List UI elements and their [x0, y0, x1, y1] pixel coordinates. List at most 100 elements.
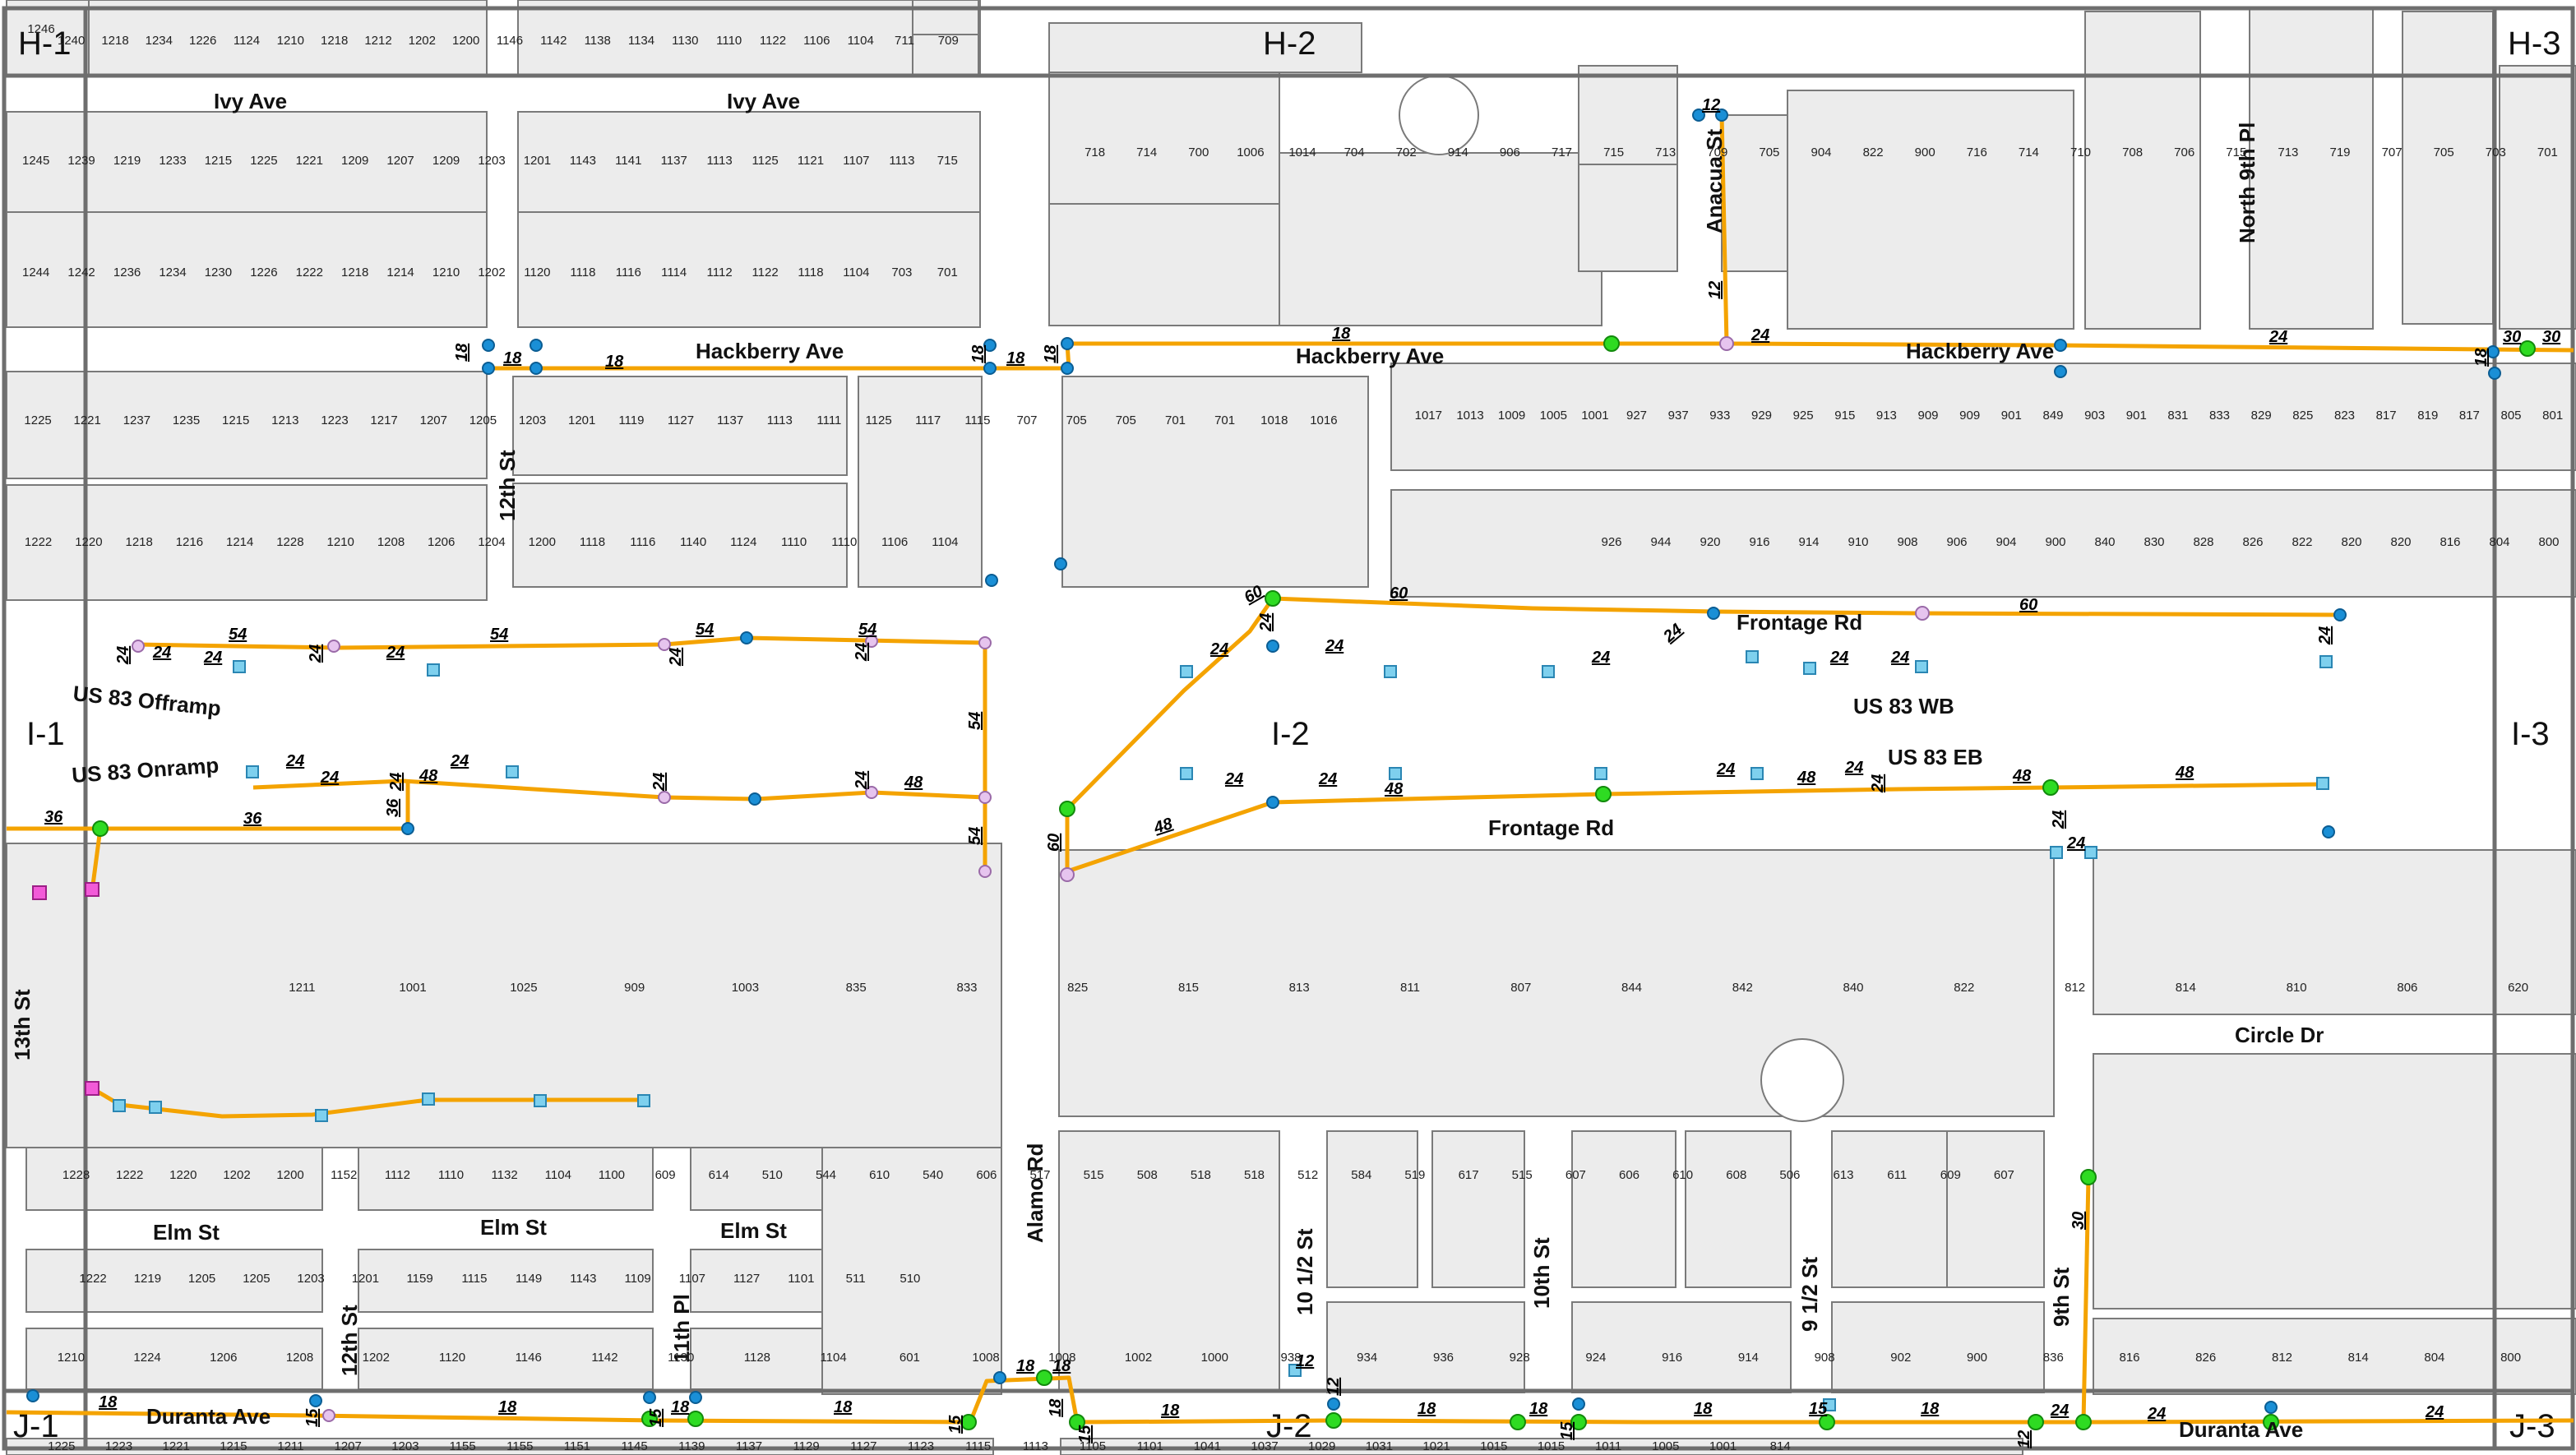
parcel-address: 826 — [2195, 1351, 2216, 1365]
parcel-address: 1143 — [570, 154, 596, 168]
parcel-address: 1015 — [1538, 1439, 1565, 1453]
pipe-size-label: 24 — [285, 752, 304, 770]
pipe-size-label: 24 — [203, 649, 222, 667]
parcel-address: 617 — [1459, 1168, 1479, 1182]
parcel-address: 1217 — [370, 413, 397, 427]
parcel-address: 1002 — [1125, 1351, 1152, 1365]
pipe-size-label: 18 — [1047, 1398, 1065, 1417]
parcel-address: 800 — [2538, 535, 2559, 549]
pipe-size-label: 15 — [946, 1415, 964, 1434]
parcel-address: 840 — [1843, 981, 1863, 995]
parcel-address: 610 — [869, 1168, 890, 1182]
pipe-size-label: 12 — [2015, 1430, 2033, 1448]
parcel-address: 1009 — [1498, 409, 1525, 423]
parcel-address: 1129 — [793, 1439, 819, 1453]
pipe-size-label: 15 — [303, 1408, 321, 1427]
parcel-address: 924 — [1585, 1351, 1606, 1365]
parcel-address: 1016 — [1310, 413, 1337, 427]
street-label-north-9th: North 9th Pl — [2235, 122, 2259, 243]
parcel-address: 1242 — [67, 266, 95, 279]
pipe-size-label: 24 — [2066, 834, 2085, 852]
grid-label-j3: J-3 — [2509, 1408, 2555, 1444]
parcel-address: 1202 — [409, 34, 436, 48]
parcel-address: 812 — [2272, 1351, 2292, 1365]
parcel-address: 800 — [2500, 1351, 2521, 1365]
pipe-size-label: 24 — [1750, 326, 1769, 344]
parcel-address: 1006 — [1237, 146, 1264, 159]
pipe-size-label: 18 — [605, 353, 624, 371]
parcel-address: 1207 — [420, 413, 447, 427]
parcel-address: 909 — [1917, 409, 1938, 423]
parcel-address: 805 — [2500, 409, 2521, 423]
parcel-address: 908 — [1897, 535, 1917, 549]
pipe-size-label: 24 — [114, 646, 132, 665]
parcel-address: 1107 — [679, 1272, 705, 1286]
pipe-size-label: 18 — [1921, 1400, 1940, 1418]
parcel-address: 936 — [1433, 1351, 1454, 1365]
parcel-address: 1223 — [321, 413, 348, 427]
parcel-address: 815 — [1178, 981, 1199, 995]
parcel-address: 1203 — [519, 413, 546, 427]
parcel-address: 1200 — [529, 535, 556, 549]
parcel-address: 1101 — [1137, 1439, 1163, 1453]
parcel-address: 1155 — [506, 1439, 533, 1453]
parcel-address: 1134 — [628, 34, 654, 48]
street-label-us83wb: US 83 WB — [1853, 694, 1954, 718]
parcel-address: 517 — [1029, 1168, 1050, 1182]
parcel-address: 929 — [1751, 409, 1772, 423]
parcel-address: 1207 — [386, 154, 414, 168]
parcel-address: 714 — [2019, 146, 2039, 159]
parcel-address: 937 — [1668, 409, 1689, 423]
street-label-12th-top: 12th St — [495, 450, 520, 521]
parcel-address: 508 — [1137, 1168, 1158, 1182]
pipe-size-label: 18 — [969, 344, 987, 363]
parcel-address: 814 — [2348, 1351, 2369, 1365]
pipe-size-label: 30 — [2503, 328, 2521, 346]
pipe-size-label: 12 — [1702, 96, 1720, 114]
parcel-address: 1110 — [716, 34, 742, 48]
parcel-address: 902 — [1890, 1351, 1911, 1365]
parcel-address: 614 — [709, 1168, 729, 1182]
parcel-address: 1021 — [1422, 1439, 1450, 1453]
pipe-size-label: 24 — [1209, 640, 1228, 658]
parcel-address: 1208 — [286, 1351, 313, 1365]
parcel-address: 1113 — [767, 413, 793, 427]
parcel-address: 715 — [1603, 146, 1624, 159]
parcel-address: 1221 — [296, 154, 323, 168]
parcel-address: 926 — [1601, 535, 1621, 549]
pipe-size-label: 48 — [419, 767, 438, 785]
parcel-address: 1233 — [159, 154, 186, 168]
parcel-address: 1008 — [972, 1351, 999, 1365]
parcel-address: 1221 — [163, 1439, 190, 1453]
parcel-address: 701 — [1165, 413, 1186, 427]
parcel-address: 836 — [2043, 1351, 2064, 1365]
parcel-address: 705 — [1116, 413, 1136, 427]
parcel-address: 833 — [2209, 409, 2230, 423]
parcel-address: 817 — [2459, 409, 2480, 423]
utility-map[interactable]: H-1 H-2 H-3 I-1 I-2 I-3 J-1 J-2 J-3 Ivy … — [0, 0, 2576, 1455]
parcel-address: 613 — [1833, 1168, 1853, 1182]
parcel-address: 1218 — [126, 535, 153, 549]
pipe-size-label: 24 — [1257, 613, 1275, 632]
parcel-address: 916 — [1662, 1351, 1682, 1365]
parcel-address: 1203 — [391, 1439, 419, 1453]
parcel-address: 610 — [1672, 1168, 1693, 1182]
pipe-size-label: 36 — [243, 810, 262, 828]
parcel-address: 849 — [2042, 409, 2063, 423]
parcel-address: 1117 — [915, 413, 941, 427]
parcel-address: 1222 — [116, 1168, 143, 1182]
street-label-9-half: 9 1/2 St — [1797, 1257, 1822, 1332]
parcel-address: 510 — [900, 1272, 920, 1286]
parcel-address: 914 — [1448, 146, 1468, 159]
parcel-address: 1230 — [205, 266, 232, 279]
pipe-size-label: 18 — [99, 1393, 118, 1411]
parcel-address: 822 — [2292, 535, 2312, 549]
parcel-address: 900 — [2045, 535, 2065, 549]
parcel-address: 830 — [2144, 535, 2164, 549]
pipe-size-label: 12 — [1706, 281, 1724, 299]
parcel-address: 1222 — [296, 266, 323, 279]
parcel-address: 1226 — [250, 266, 277, 279]
street-label-hackberry-2: Hackberry Ave — [1296, 344, 1444, 368]
parcel-address: 1104 — [545, 1168, 571, 1182]
parcel-address: 812 — [2065, 981, 2085, 995]
